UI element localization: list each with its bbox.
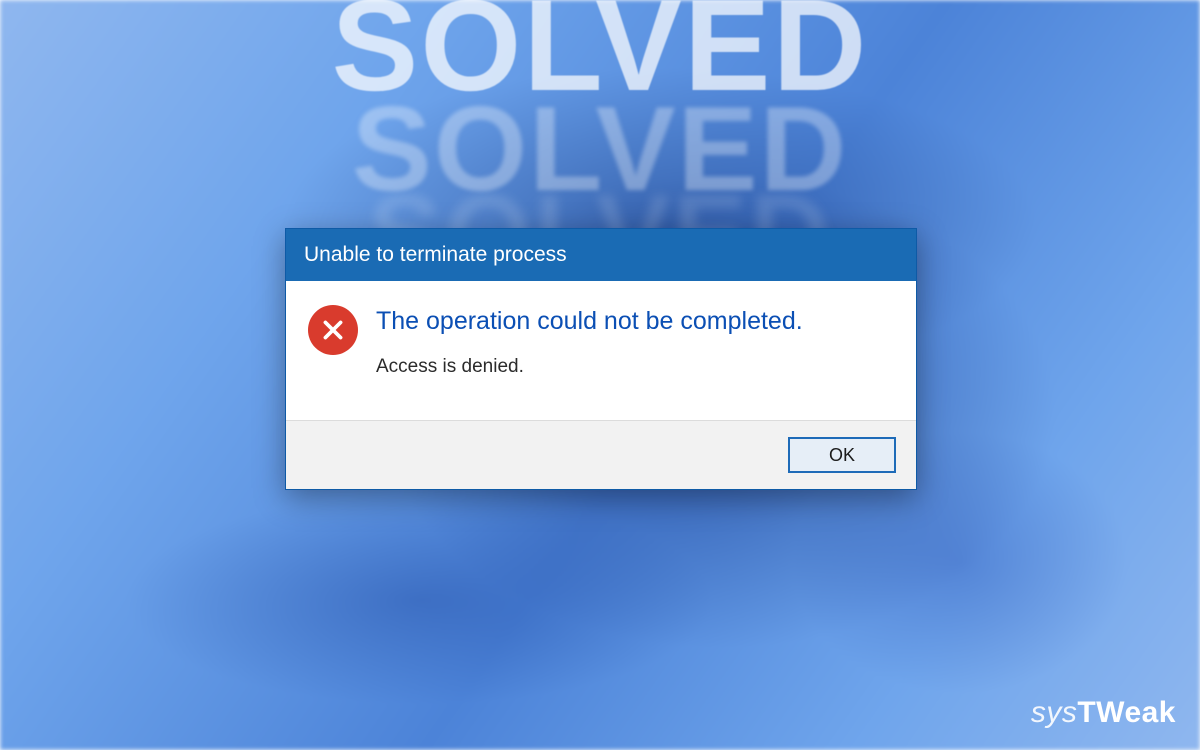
dialog-title: Unable to terminate process [304, 243, 567, 266]
systweak-watermark: sysTWeak [1031, 696, 1176, 730]
dialog-footer: OK [286, 420, 916, 489]
watermark-part2: TWeak [1077, 696, 1176, 730]
error-icon [308, 305, 358, 355]
dialog-body: The operation could not be completed. Ac… [286, 281, 916, 420]
dialog-secondary-message: Access is denied. [376, 356, 894, 378]
error-dialog: Unable to terminate process The operatio… [285, 228, 917, 490]
dialog-message-area: The operation could not be completed. Ac… [376, 305, 894, 378]
watermark-part1: sys [1031, 696, 1078, 730]
solved-text-front: SOLVED [332, 0, 869, 120]
dialog-titlebar[interactable]: Unable to terminate process [286, 229, 916, 281]
ok-button[interactable]: OK [788, 437, 896, 473]
dialog-primary-message: The operation could not be completed. [376, 307, 894, 336]
